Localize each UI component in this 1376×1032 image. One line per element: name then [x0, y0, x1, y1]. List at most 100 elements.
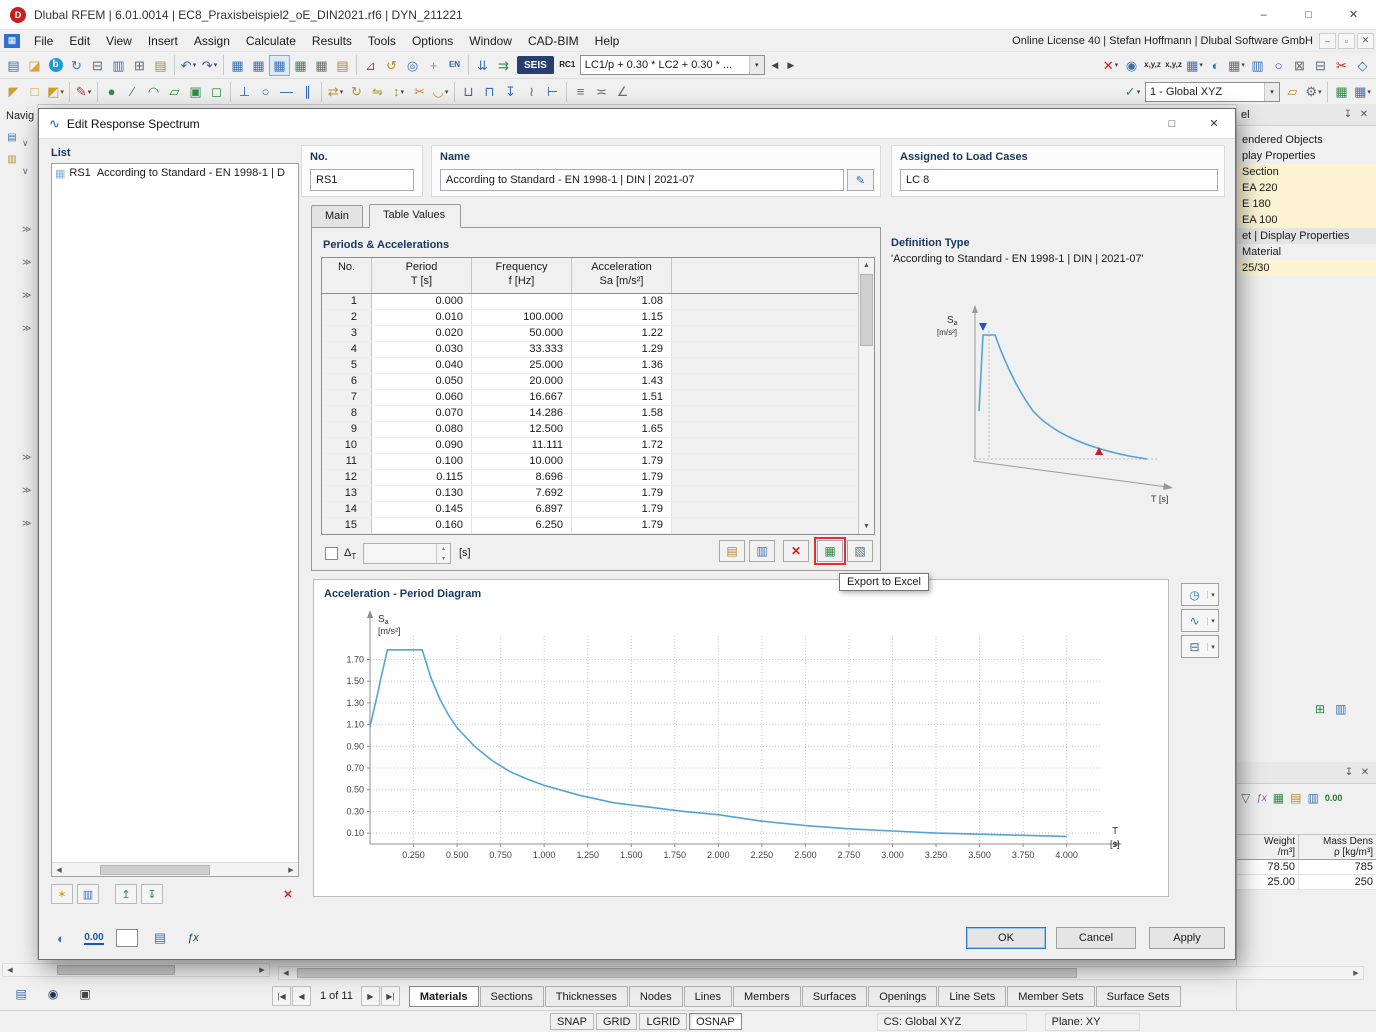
table-row[interactable]: 10.0001.08: [322, 294, 874, 310]
chevron-down-icon[interactable]: ▾: [749, 56, 764, 74]
table-row[interactable]: 130.1307.6921.79: [322, 486, 874, 502]
select-window-icon[interactable]: □: [24, 81, 45, 102]
file-menu-icon[interactable]: ▦: [4, 34, 20, 48]
main-hscrollbar[interactable]: ◀ ▶: [278, 966, 1364, 980]
chevron-down-icon[interactable]: ▾: [1207, 643, 1218, 651]
save-table-button[interactable]: ▥: [749, 540, 775, 562]
column-header-frequency[interactable]: Frequencyf [Hz]: [472, 258, 572, 293]
member-icon[interactable]: ―: [276, 81, 297, 102]
pin-icon[interactable]: ↧: [1340, 109, 1356, 120]
columns-icon[interactable]: ▥: [1307, 791, 1318, 805]
select-pointer-icon[interactable]: ◤: [3, 81, 24, 102]
save-icon[interactable]: ▥: [108, 55, 129, 76]
navigator-hscrollbar[interactable]: ◀ ▶: [2, 963, 270, 977]
list-item[interactable]: ▦RS1According to Standard - EN 1998-1 | …: [52, 164, 298, 182]
name-field[interactable]: According to Standard - EN 1998-1 | DIN …: [440, 169, 844, 191]
menu-item-edit[interactable]: Edit: [61, 32, 98, 50]
print-icon[interactable]: ⊟: [87, 55, 108, 76]
dt-spinner[interactable]: ▴▾: [363, 543, 451, 564]
spinner-arrows[interactable]: ▴▾: [436, 544, 450, 563]
minimize-button[interactable]: –: [1241, 0, 1286, 29]
table-row[interactable]: 90.08012.5001.65: [322, 422, 874, 438]
column-header-acceleration[interactable]: AccelerationSa [m/s²]: [572, 258, 672, 293]
menu-item-window[interactable]: Window: [461, 32, 520, 50]
ok-button[interactable]: OK: [966, 927, 1046, 949]
display-mode-icon[interactable]: ◐: [49, 927, 73, 949]
decimal-places-icon[interactable]: 0.00: [1325, 793, 1343, 803]
support-hinged-icon[interactable]: ⊓: [479, 81, 500, 102]
guide-line-icon[interactable]: ∠: [612, 81, 633, 102]
panel-toggle-icon[interactable]: ▤: [148, 927, 172, 949]
scrollbar-thumb[interactable]: [57, 965, 175, 975]
scroll-right-icon[interactable]: ▶: [255, 964, 269, 976]
move-icon[interactable]: ⇄▾: [325, 81, 346, 102]
redo-icon[interactable]: ↷▾: [199, 55, 220, 76]
nodal-release-icon[interactable]: ↧: [500, 81, 521, 102]
coupling-icon[interactable]: ≍: [591, 81, 612, 102]
copy-spectrum-button[interactable]: ▥: [77, 884, 99, 904]
assigned-field[interactable]: LC 8: [900, 169, 1218, 191]
collapse-chevron-icon[interactable]: ∨: [22, 166, 29, 177]
mdi-minimize-button[interactable]: –: [1319, 33, 1336, 49]
collapse-chevron-icon[interactable]: ≫: [22, 224, 31, 235]
opening-icon[interactable]: ◻: [206, 81, 227, 102]
table-row[interactable]: 30.02050.0001.22: [322, 326, 874, 342]
open-model-icon[interactable]: ◪: [24, 55, 45, 76]
panel-row[interactable]: endered Objects: [1237, 132, 1376, 148]
collapse-chevron-icon[interactable]: ≫: [22, 257, 31, 268]
undo-icon[interactable]: ↶▾: [178, 55, 199, 76]
combine-loads-icon[interactable]: ⇉: [493, 55, 514, 76]
scrollbar-thumb[interactable]: [297, 968, 1077, 978]
column-header-period[interactable]: PeriodT [s]: [372, 258, 472, 293]
tab-table-values[interactable]: Table Values: [369, 204, 461, 228]
solid-icon[interactable]: ▣: [185, 81, 206, 102]
export-spectrum-button[interactable]: ↧: [141, 884, 163, 904]
copy-icon[interactable]: ▤: [150, 55, 171, 76]
panel-row[interactable]: Section: [1237, 164, 1376, 180]
apply-button[interactable]: Apply: [1149, 927, 1225, 949]
table-row[interactable]: 60.05020.0001.43: [322, 374, 874, 390]
collapse-chevron-icon[interactable]: ≫: [22, 323, 31, 334]
rigid-link-icon[interactable]: ⊢: [542, 81, 563, 102]
mdi-restore-button[interactable]: ▫: [1338, 33, 1355, 49]
spring-icon[interactable]: ≀: [521, 81, 542, 102]
panel-row[interactable]: EA 100: [1237, 212, 1376, 228]
import-spectrum-button[interactable]: ↥: [115, 884, 137, 904]
notes-icon[interactable]: ▤: [332, 55, 353, 76]
collapse-chevron-icon[interactable]: ≫: [22, 518, 31, 529]
close-panel-icon[interactable]: ✕: [1356, 109, 1372, 120]
trim-icon[interactable]: ✂: [409, 81, 430, 102]
panel-row[interactable]: et | Display Properties: [1237, 228, 1376, 244]
arc-icon[interactable]: ◠: [143, 81, 164, 102]
chevron-down-icon[interactable]: ▾: [1207, 591, 1218, 599]
result-table-icon[interactable]: ▦▾: [1184, 55, 1205, 76]
toggle-osnap[interactable]: OSNAP: [689, 1013, 742, 1030]
next-load-case-icon[interactable]: ▶: [783, 55, 799, 76]
panel-row[interactable]: play Properties: [1237, 148, 1376, 164]
mirror-icon[interactable]: ⇋: [367, 81, 388, 102]
clear-table-button[interactable]: ✕: [783, 540, 809, 562]
rendering-icon[interactable]: ◐: [1205, 55, 1226, 76]
table-row[interactable]: 120.1158.6961.79: [322, 470, 874, 486]
support-icon[interactable]: ⊥: [234, 81, 255, 102]
panel-row[interactable]: EA 220: [1237, 180, 1376, 196]
prev-load-case-icon[interactable]: ◀: [767, 55, 783, 76]
member-division-icon[interactable]: ∥: [297, 81, 318, 102]
grid-icon[interactable]: ▦▾: [1226, 55, 1247, 76]
table-row[interactable]: 40.03033.3331.29: [322, 342, 874, 358]
export-table-button[interactable]: ▧: [847, 540, 873, 562]
scissors-icon[interactable]: ✂: [1331, 55, 1352, 76]
chevron-down-icon[interactable]: ▾: [1207, 617, 1218, 625]
print-graphic-icon[interactable]: ⊟: [1310, 55, 1331, 76]
diagram-print-button[interactable]: ⊟▾: [1181, 635, 1219, 658]
coordinate-system-combo[interactable]: 1 - Global XYZ▾: [1145, 82, 1280, 102]
dialog-maximize-button[interactable]: □: [1151, 109, 1193, 138]
clipping-box-icon[interactable]: ⊠: [1289, 55, 1310, 76]
export-to-excel-button[interactable]: ▦: [817, 540, 843, 562]
menu-item-results[interactable]: Results: [304, 32, 360, 50]
new-model-icon[interactable]: ▤: [3, 55, 24, 76]
scrollbar-thumb[interactable]: [100, 865, 210, 875]
zoom-icon[interactable]: ◎: [402, 55, 423, 76]
toggle-snap[interactable]: SNAP: [550, 1013, 594, 1030]
function-icon[interactable]: ƒx: [1256, 793, 1267, 804]
